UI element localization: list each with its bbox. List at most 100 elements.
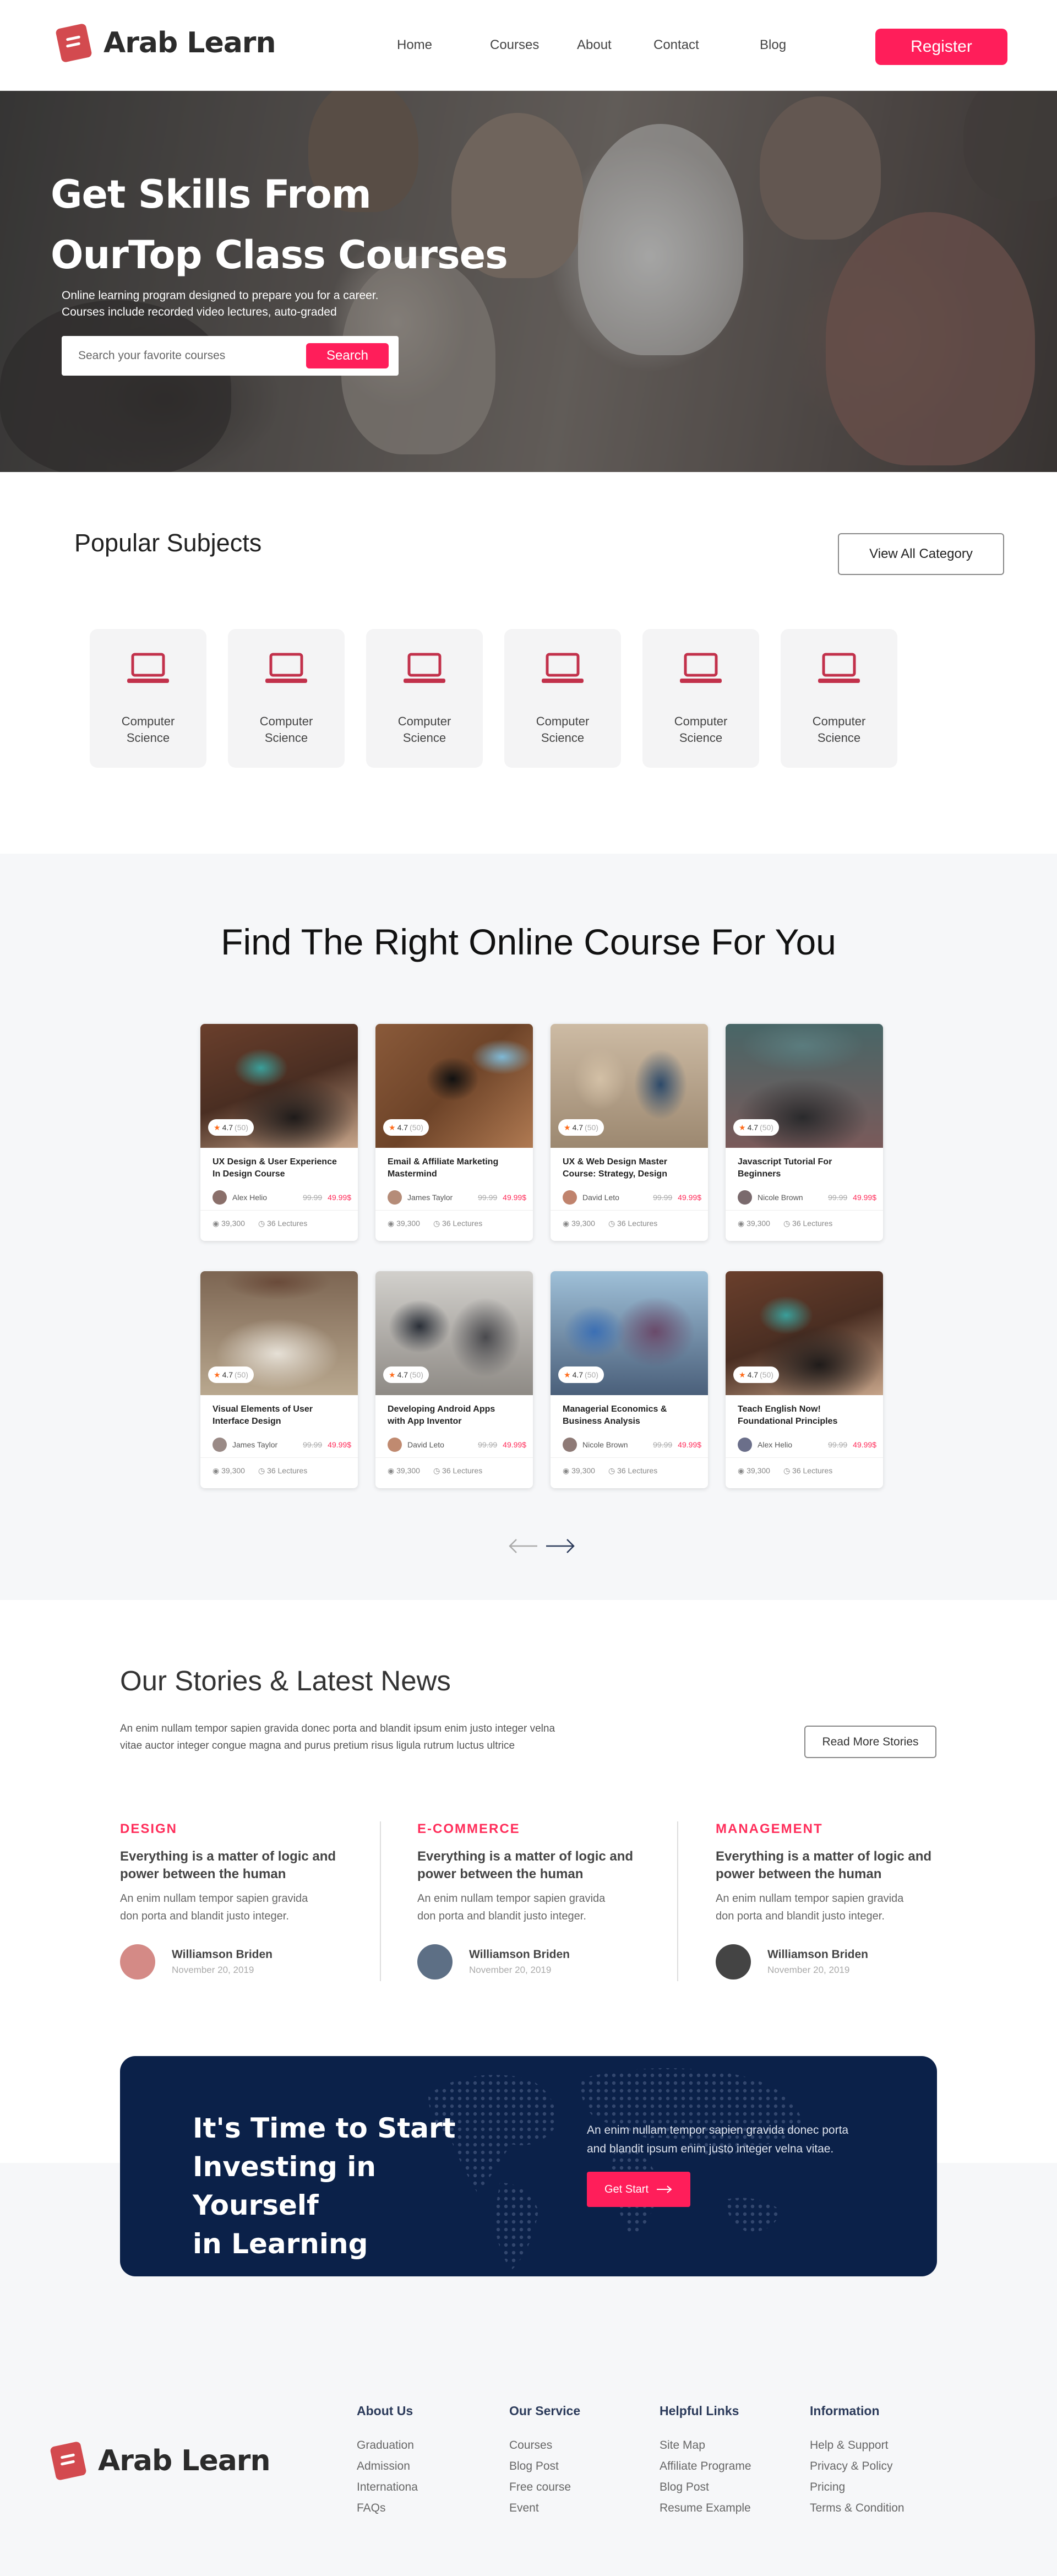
subject-label-line: Computer xyxy=(121,714,175,728)
instructor-name: Alex Helio xyxy=(758,1440,793,1449)
course-title-line: Beginners xyxy=(738,1169,781,1179)
price: 49.99$ xyxy=(503,1193,526,1202)
author-name: Williamson Briden xyxy=(172,1948,273,1961)
price: 49.99$ xyxy=(328,1440,351,1449)
subject-label: Computer Science xyxy=(228,713,345,746)
subject-label-line: Computer xyxy=(259,714,313,728)
subject-label-line: Science xyxy=(679,731,723,745)
lectures-stat: ◷ 36 Lectures xyxy=(608,1466,657,1476)
search-button[interactable]: Search xyxy=(306,343,389,368)
footer-link[interactable]: Resume Example xyxy=(660,2498,751,2519)
eye-icon: ◉ xyxy=(563,1219,570,1228)
footer-link[interactable]: Pricing xyxy=(810,2477,905,2498)
register-button[interactable]: Register xyxy=(875,29,1007,65)
footer-link[interactable]: Free course xyxy=(509,2477,580,2498)
course-card[interactable]: ★ 4.7 (50) Managerial Economics & Business A… xyxy=(551,1271,708,1488)
course-title-line: Foundational Principles xyxy=(738,1417,838,1426)
rating-value: 4.7 xyxy=(397,1123,408,1132)
laptop-icon xyxy=(542,653,584,683)
students-count: 39,300 xyxy=(571,1466,595,1475)
nav-about[interactable]: About xyxy=(577,37,612,53)
subject-card[interactable]: Computer Science xyxy=(366,629,483,768)
subject-card[interactable]: Computer Science xyxy=(781,629,897,768)
footer-link[interactable]: Privacy & Policy xyxy=(810,2456,905,2477)
subject-label-line: Science xyxy=(541,731,585,745)
students-count: 39,300 xyxy=(221,1219,245,1228)
story-title[interactable]: Everything is a matter of logic and power… xyxy=(417,1848,649,1883)
footer-link[interactable]: Graduation xyxy=(357,2435,418,2456)
course-card[interactable]: ★ 4.7 (50) UX Design & User Experience In De… xyxy=(200,1024,358,1241)
arrow-left-icon[interactable] xyxy=(508,1534,538,1559)
course-card[interactable]: ★ 4.7 (50) Email & Affiliate Marketing Maste… xyxy=(375,1024,533,1241)
book-icon xyxy=(50,2441,87,2481)
course-card[interactable]: ★ 4.7 (50) Teach English Now! Foundational P… xyxy=(726,1271,883,1488)
instructor-avatar xyxy=(563,1190,577,1205)
old-price: 99.99 xyxy=(653,1193,673,1202)
nav-contact[interactable]: Contact xyxy=(653,37,699,53)
old-price: 99.99 xyxy=(478,1193,498,1202)
footer-link[interactable]: Terms & Condition xyxy=(810,2498,905,2519)
footer-heading: Helpful Links xyxy=(660,2404,739,2418)
story-card[interactable]: MANAGEMENT Everything is a matter of logi… xyxy=(716,1821,947,1925)
story-category[interactable]: E-COMMERCE xyxy=(417,1821,649,1837)
lectures-stat: ◷ 36 Lectures xyxy=(258,1466,307,1476)
instructor-name: Nicole Brown xyxy=(582,1440,628,1449)
nav-blog[interactable]: Blog xyxy=(760,37,786,53)
cta-banner: It's Time to Start Investing in Yourself… xyxy=(120,2056,937,2276)
students-stat: ◉ 39,300 xyxy=(563,1219,595,1228)
subject-card[interactable]: Computer Science xyxy=(228,629,345,768)
story-description-line: An enim nullam tempor sapien gravida xyxy=(716,1892,904,1905)
footer-link[interactable]: Courses xyxy=(509,2435,580,2456)
read-more-stories-button[interactable]: Read More Stories xyxy=(804,1726,936,1758)
rating-count: (50) xyxy=(760,1123,773,1132)
footer-link[interactable]: Internationa xyxy=(357,2477,418,2498)
story-title[interactable]: Everything is a matter of logic and power… xyxy=(716,1848,947,1883)
course-card[interactable]: ★ 4.7 (50) UX & Web Design Master Course: St… xyxy=(551,1024,708,1241)
footer-link[interactable]: Affiliate Programe xyxy=(660,2456,751,2477)
get-start-label: Get Start xyxy=(604,2183,649,2195)
subject-label: Computer Science xyxy=(504,713,621,746)
price: 49.99$ xyxy=(853,1193,876,1202)
footer-brand-logo[interactable]: Arab Learn xyxy=(50,2441,270,2481)
footer-column: About Us Graduation Admission Internationa F… xyxy=(357,2404,418,2519)
view-all-category-button[interactable]: View All Category xyxy=(838,533,1004,575)
subject-label-line: Computer xyxy=(674,714,728,728)
footer-link[interactable]: Blog Post xyxy=(660,2477,751,2498)
footer-link[interactable]: Site Map xyxy=(660,2435,751,2456)
get-start-button[interactable]: Get Start xyxy=(587,2172,690,2207)
course-card[interactable]: ★ 4.7 (50) Javascript Tutorial For Beginners… xyxy=(726,1024,883,1241)
courses-title: Find The Right Online Course For You xyxy=(221,921,836,962)
students-stat: ◉ 39,300 xyxy=(563,1466,595,1476)
subject-card[interactable]: Computer Science xyxy=(504,629,621,768)
hero-banner: Get Skills From OurTop Class Courses Onl… xyxy=(0,91,1057,472)
course-card[interactable]: ★ 4.7 (50) Visual Elements of User Interface… xyxy=(200,1271,358,1488)
course-card[interactable]: ★ 4.7 (50) Developing Android Apps with App … xyxy=(375,1271,533,1488)
rating-value: 4.7 xyxy=(397,1370,408,1379)
footer-link[interactable]: Help & Support xyxy=(810,2435,905,2456)
story-category[interactable]: DESIGN xyxy=(120,1821,351,1837)
story-category[interactable]: MANAGEMENT xyxy=(716,1821,947,1837)
footer-link[interactable]: FAQs xyxy=(357,2498,418,2519)
footer-link[interactable]: Admission xyxy=(357,2456,418,2477)
story-title[interactable]: Everything is a matter of logic and power… xyxy=(120,1848,351,1883)
footer-link[interactable]: Event xyxy=(509,2498,580,2519)
cta-title: It's Time to Start Investing in Yourself… xyxy=(193,2109,501,2263)
story-description: An enim nullam tempor sapien gravida don … xyxy=(716,1890,947,1925)
story-card[interactable]: E-COMMERCE Everything is a matter of logi… xyxy=(417,1821,649,1925)
story-card[interactable]: DESIGN Everything is a matter of logic an… xyxy=(120,1821,351,1925)
subject-card[interactable]: Computer Science xyxy=(90,629,206,768)
instructor-avatar xyxy=(213,1190,227,1205)
arrow-right-icon[interactable] xyxy=(545,1534,576,1559)
subject-card[interactable]: Computer Science xyxy=(642,629,759,768)
stories-description: An enim nullam tempor sapien gravida don… xyxy=(120,1720,626,1754)
brand-logo[interactable]: Arab Learn xyxy=(55,21,276,65)
nav-courses[interactable]: Courses xyxy=(490,37,539,53)
cta-description-line: An enim nullam tempor sapien gravida don… xyxy=(587,2124,849,2136)
nav-home[interactable]: Home xyxy=(397,37,432,53)
students-stat: ◉ 39,300 xyxy=(738,1219,770,1228)
course-search-input[interactable] xyxy=(78,347,287,365)
course-meta: Alex Helio 99.99 49.99$ xyxy=(213,1190,356,1205)
footer-link[interactable]: Blog Post xyxy=(509,2456,580,2477)
star-icon: ★ xyxy=(564,1370,571,1379)
course-title: UX & Web Design Master Course: Strategy, … xyxy=(563,1156,700,1180)
